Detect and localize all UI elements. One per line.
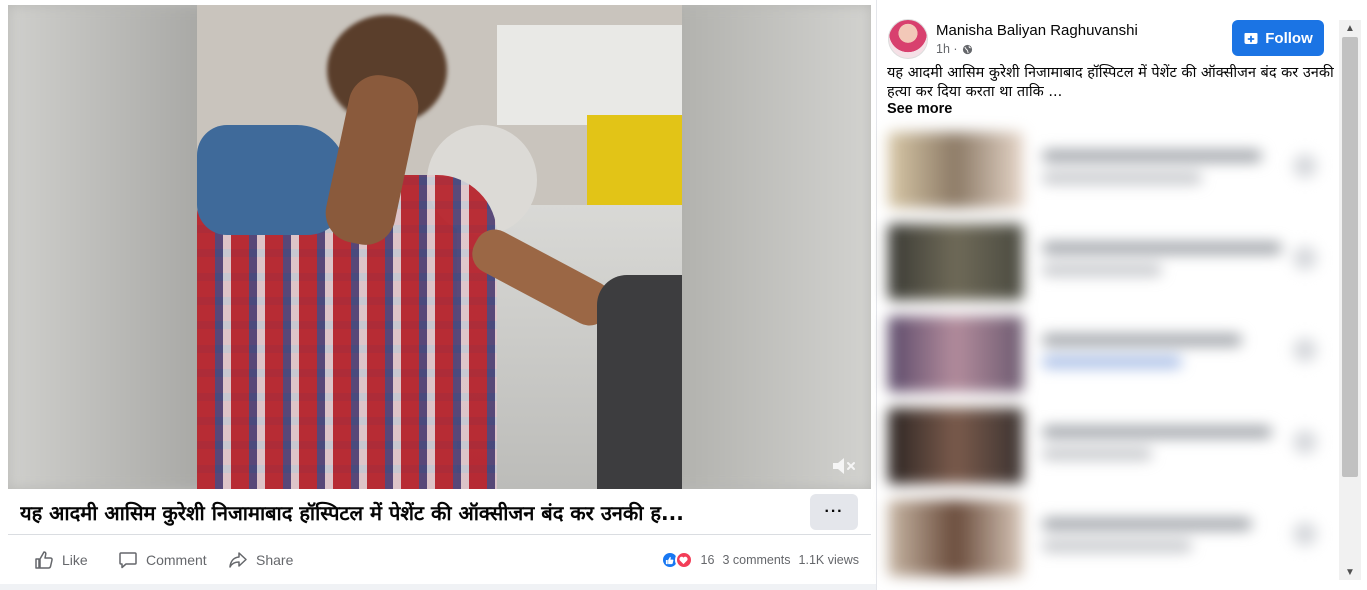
related-video-menu-icon[interactable] [1293, 246, 1317, 270]
comments-count[interactable]: 3 comments [722, 553, 790, 567]
scene-dark-shirt [597, 275, 682, 489]
related-video-title-placeholder [1042, 518, 1252, 530]
volume-muted-icon[interactable] [831, 455, 857, 477]
related-video-title-placeholder [1042, 242, 1282, 254]
related-video-meta-placeholder [1042, 356, 1182, 368]
thumbs-up-icon [35, 551, 53, 569]
video-player[interactable] [8, 5, 871, 489]
video-scene [197, 5, 682, 489]
related-video-meta-placeholder [1042, 264, 1162, 276]
globe-icon [962, 44, 972, 54]
post-stats: 16 3 comments 1.1K views [660, 551, 859, 569]
views-count: 1.1K views [798, 553, 859, 567]
related-video-title-placeholder [1042, 426, 1272, 438]
related-video-item[interactable] [882, 212, 1337, 304]
post-title: यह आदमी आसिम कुरेशी निजामाबाद हॉस्पिटल म… [20, 501, 684, 525]
scene-scarf [197, 125, 347, 235]
video-post-panel: यह आदमी आसिम कुरेशी निजामाबाद हॉस्पिटल म… [0, 0, 876, 590]
reaction-icons[interactable] [660, 551, 693, 569]
video-frame[interactable] [197, 5, 682, 489]
post-timestamp: 1h · [936, 42, 973, 56]
reaction-count[interactable]: 16 [701, 553, 715, 567]
author-name[interactable]: Manisha Baliyan Raghuvanshi [936, 22, 1138, 39]
comment-button[interactable]: Comment [118, 550, 207, 570]
related-video-item[interactable] [882, 396, 1337, 488]
related-video-thumbnail[interactable] [888, 408, 1023, 484]
comment-label: Comment [146, 552, 207, 568]
scene-wall [497, 25, 682, 125]
scrollbar-thumb[interactable] [1342, 37, 1358, 477]
post-actions-row: Like Comment Share 16 3 comments 1.1K vi… [8, 536, 871, 584]
related-video-item[interactable] [882, 120, 1337, 212]
share-label: Share [256, 552, 294, 568]
see-more-link[interactable]: See more [887, 101, 952, 117]
author-avatar[interactable] [888, 19, 928, 59]
follow-button[interactable]: Follow [1232, 20, 1324, 56]
related-video-menu-icon[interactable] [1293, 430, 1317, 454]
related-video-thumbnail[interactable] [888, 316, 1023, 392]
related-video-meta-placeholder [1042, 172, 1202, 184]
post-title-row: यह आदमी आसिम कुरेशी निजामाबाद हॉस्पिटल म… [8, 489, 871, 535]
more-options-button[interactable]: ··· [810, 494, 858, 530]
related-video-thumbnail[interactable] [888, 224, 1023, 300]
follow-icon [1244, 33, 1258, 44]
related-video-item[interactable] [882, 488, 1337, 580]
related-video-menu-icon[interactable] [1293, 154, 1317, 178]
comment-icon [119, 552, 137, 569]
share-icon [229, 552, 247, 568]
related-video-meta-placeholder [1042, 540, 1192, 552]
related-video-thumbnail[interactable] [888, 132, 1023, 208]
related-videos-list [882, 120, 1337, 590]
scroll-down-arrow-icon[interactable]: ▼ [1339, 564, 1361, 580]
related-video-thumbnail[interactable] [888, 500, 1023, 576]
scroll-up-arrow-icon[interactable]: ▲ [1339, 20, 1361, 36]
share-button[interactable]: Share [228, 550, 293, 570]
scene-yellow-wall [587, 115, 682, 205]
follow-label: Follow [1265, 29, 1313, 47]
related-video-menu-icon[interactable] [1293, 338, 1317, 362]
post-description: यह आदमी आसिम कुरेशी निजामाबाद हॉस्पिटल म… [887, 65, 1334, 100]
related-video-meta-placeholder [1042, 448, 1152, 460]
related-video-title-placeholder [1042, 334, 1242, 346]
more-options-icon: ··· [824, 503, 844, 520]
like-label: Like [62, 552, 88, 568]
related-video-title-placeholder [1042, 150, 1262, 162]
like-button[interactable]: Like [34, 550, 88, 570]
post-details-sidebar: Manisha Baliyan Raghuvanshi 1h · Follow … [876, 0, 1367, 590]
related-video-menu-icon[interactable] [1293, 522, 1317, 546]
post-time-text[interactable]: 1h · [936, 42, 958, 56]
love-reaction-icon [674, 551, 693, 569]
related-video-item[interactable] [882, 304, 1337, 396]
sidebar-scrollbar[interactable]: ▲ ▼ [1339, 20, 1361, 580]
